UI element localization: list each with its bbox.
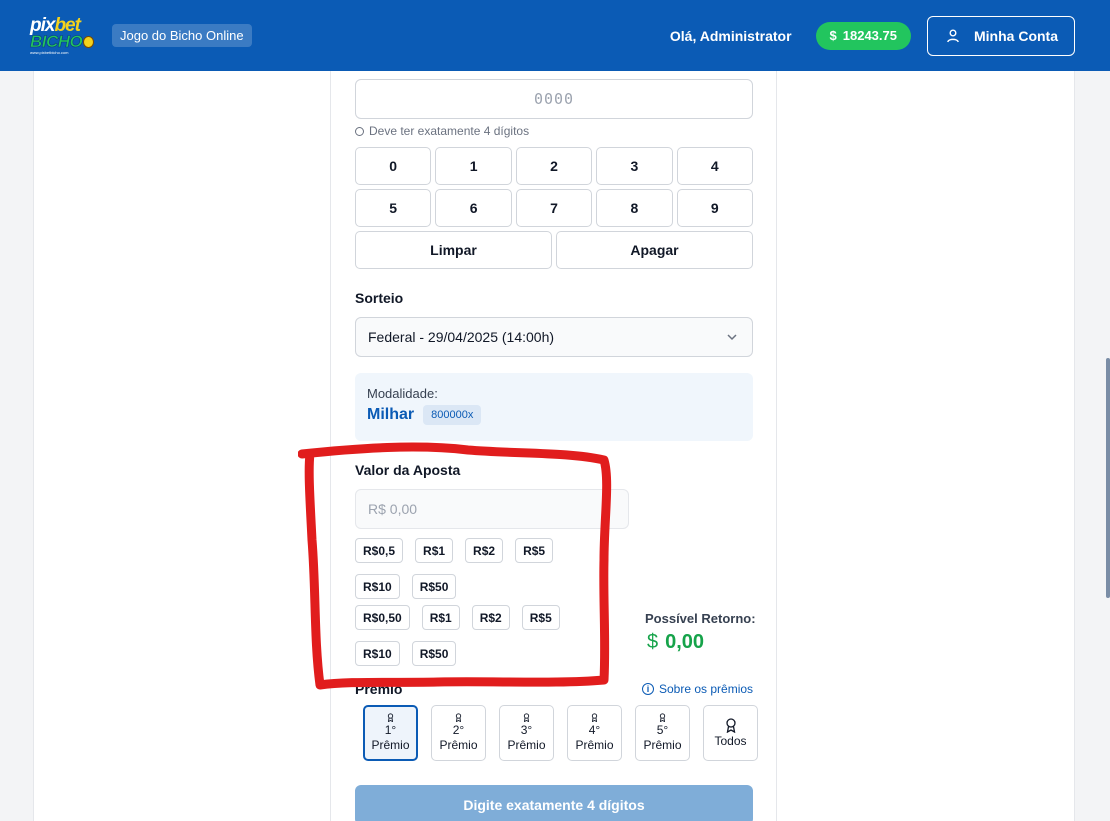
prize-number: 2°: [452, 723, 465, 737]
prize-option-5[interactable]: 5° Prêmio: [635, 705, 690, 761]
key-1[interactable]: 1: [435, 147, 512, 185]
prize-all-text: Todos: [714, 733, 747, 748]
prize-option-4[interactable]: 4° Prêmio: [567, 705, 622, 761]
quick-value-chip[interactable]: R$2: [465, 538, 504, 563]
prize-option-1[interactable]: 1° Prêmio: [363, 705, 418, 761]
sorteio-label: Sorteio: [355, 290, 404, 306]
quick-value-chip[interactable]: R$50: [411, 574, 457, 599]
premio-label: Prêmio: [355, 681, 403, 697]
logo-wordmark: pixbet: [30, 14, 81, 36]
medal-icon: [659, 713, 666, 722]
sorteio-selected: Federal - 29/04/2025 (14:00h): [368, 329, 555, 345]
key-3[interactable]: 3: [596, 147, 673, 185]
user-greeting: Olá, Administrator: [669, 27, 792, 44]
key-0[interactable]: 0: [355, 147, 432, 185]
prize-text: Prêmio: [439, 738, 478, 752]
key-8[interactable]: 8: [596, 189, 673, 227]
number-hint: Deve ter exatamente 4 dígitos: [355, 124, 529, 138]
prize-number: 1°: [384, 723, 397, 737]
sorteio-select[interactable]: Federal - 29/04/2025 (14:00h): [355, 317, 753, 357]
quick-value-chip[interactable]: R$50: [411, 641, 457, 666]
quick-value-chip[interactable]: R$10: [355, 574, 400, 599]
dollar-icon: $: [647, 631, 659, 653]
bet-amount-input[interactable]: R$ 0,00: [355, 489, 629, 529]
modalidade-box: Modalidade: Milhar 800000x: [355, 373, 753, 441]
key-6[interactable]: 6: [435, 189, 512, 227]
bet-amount-label: Valor da Aposta: [355, 462, 461, 478]
quick-values-a: R$0,5 R$1 R$2 R$5 R$10 R$50: [355, 538, 605, 599]
medal-icon: [591, 713, 598, 722]
circle-icon: [355, 126, 364, 136]
about-prizes-link[interactable]: i Sobre os prêmios: [642, 682, 753, 696]
quick-value-chip[interactable]: R$0,5: [355, 538, 404, 563]
prize-number: 3°: [520, 723, 533, 737]
info-icon: i: [642, 683, 654, 695]
award-icon: [725, 717, 736, 733]
prize-text: Prêmio: [575, 738, 614, 752]
medal-icon: [523, 713, 530, 722]
medal-icon: [387, 713, 394, 722]
prize-number: 5°: [656, 723, 669, 737]
possible-return-value: $ 0,00: [647, 631, 704, 654]
prize-option-all[interactable]: Todos: [703, 705, 758, 761]
logo-bicho: BICHO: [30, 32, 94, 50]
return-amount: 0,00: [665, 631, 705, 653]
prize-options: 1° Prêmio 2° Prêmio 3° Prêmio 4° Prêmio …: [363, 705, 758, 761]
quick-value-chip[interactable]: R$1: [415, 538, 454, 563]
key-2[interactable]: 2: [515, 147, 593, 185]
prize-text: Prêmio: [643, 738, 682, 752]
logo-url: www.pixbetbicho.com: [30, 49, 69, 55]
pixbet-bicho-logo[interactable]: pixbet BICHO www.pixbetbicho.com: [30, 16, 94, 56]
prize-option-3[interactable]: 3° Prêmio: [499, 705, 554, 761]
prize-number: 4°: [588, 723, 601, 737]
logo-ball-icon: [83, 35, 94, 48]
clear-button[interactable]: Limpar: [355, 231, 552, 269]
account-button[interactable]: Minha Conta: [927, 15, 1075, 56]
account-label: Minha Conta: [974, 27, 1058, 44]
numeric-keypad: 0 1 2 3 4 5 6 7 8 9: [355, 147, 753, 227]
number-hint-text: Deve ter exatamente 4 dígitos: [369, 124, 530, 138]
prize-text: Prêmio: [507, 738, 546, 752]
user-icon: [947, 29, 959, 42]
medal-icon: [455, 713, 462, 722]
balance-value: 18243.75: [842, 28, 897, 43]
about-prizes-text: Sobre os prêmios: [659, 682, 754, 696]
key-9[interactable]: 9: [676, 189, 753, 227]
quick-value-chip[interactable]: R$5: [515, 538, 554, 563]
dollar-icon: $: [829, 28, 837, 43]
page-scrollbar[interactable]: [1106, 358, 1110, 598]
key-7[interactable]: 7: [515, 189, 593, 227]
top-header: pixbet BICHO www.pixbetbicho.com Jogo do…: [0, 0, 1110, 71]
prize-text: Prêmio: [371, 738, 410, 752]
site-badge: Jogo do Bicho Online: [112, 24, 252, 47]
possible-return-label: Possível Retorno:: [645, 611, 756, 626]
quick-value-chip[interactable]: R$2: [471, 605, 510, 630]
modalidade-label: Modalidade:: [367, 386, 438, 401]
chevron-down-icon: [727, 334, 737, 341]
quick-value-chip[interactable]: R$10: [355, 641, 400, 666]
quick-value-chip[interactable]: R$1: [421, 605, 460, 630]
keypad-actions: Limpar Apagar: [355, 231, 753, 269]
quick-value-chip[interactable]: R$0,50: [355, 605, 410, 630]
key-5[interactable]: 5: [355, 189, 432, 227]
number-input[interactable]: 0000: [355, 79, 753, 119]
balance-badge: $ 18243.75: [815, 21, 911, 50]
quick-values-b: R$0,50 R$1 R$2 R$5 R$10 R$50: [355, 605, 610, 666]
backspace-button[interactable]: Apagar: [556, 231, 753, 269]
modalidade-name: Milhar: [367, 406, 415, 423]
submit-bet-button[interactable]: Digite exatamente 4 dígitos: [355, 785, 753, 821]
prize-option-2[interactable]: 2° Prêmio: [431, 705, 486, 761]
key-4[interactable]: 4: [676, 147, 753, 185]
quick-value-chip[interactable]: R$5: [521, 605, 560, 630]
multiplier-badge: 800000x: [423, 405, 482, 425]
